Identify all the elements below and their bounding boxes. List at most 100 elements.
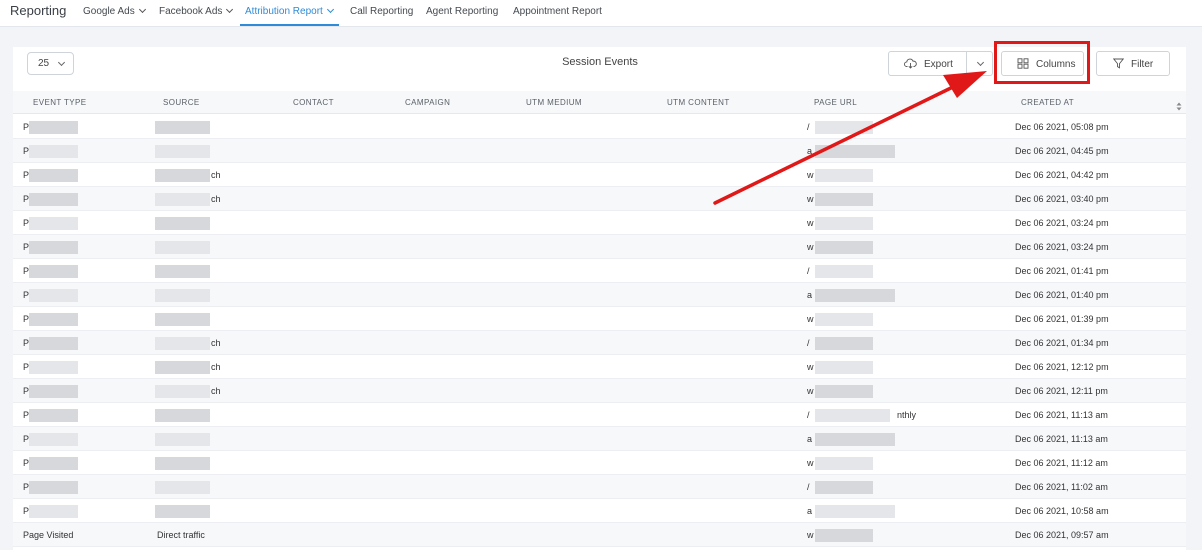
redacted-block (29, 409, 78, 422)
redacted-block (155, 169, 210, 182)
table-row[interactable]: Pch w Dec 06 2021, 04:42 pm (13, 163, 1186, 187)
nav-attribution-report[interactable]: Attribution Report (245, 5, 334, 17)
cell-page-url: / (807, 410, 810, 420)
cell-page-url: a (807, 506, 813, 516)
cell-created-at: Dec 06 2021, 01:40 pm (1015, 290, 1109, 300)
export-button[interactable]: Export (888, 51, 967, 76)
redacted-block (155, 313, 210, 326)
page-size-value: 25 (38, 58, 50, 69)
redacted-block (155, 193, 210, 206)
table-row[interactable]: Pw Dec 06 2021, 01:39 pm (13, 307, 1186, 331)
redacted-block (155, 145, 210, 158)
cell-page-url: / (807, 122, 810, 132)
nav-appointment-report[interactable]: Appointment Report (513, 6, 602, 17)
table-row[interactable]: Pch w Dec 06 2021, 12:12 pm (13, 355, 1186, 379)
table-row[interactable]: Pch w Dec 06 2021, 03:40 pm (13, 187, 1186, 211)
table-row[interactable]: Pw Dec 06 2021, 03:24 pm (13, 235, 1186, 259)
export-label: Export (924, 59, 953, 70)
cell-source: Direct traffic (157, 530, 205, 540)
table-row[interactable]: P / Dec 06 2021, 05:08 pm (13, 115, 1186, 139)
filter-button[interactable]: Filter (1096, 51, 1170, 76)
cell-page-url: w (807, 218, 814, 228)
header-source[interactable]: SOURCE (163, 98, 200, 107)
redacted-block (815, 529, 873, 542)
redacted-block (815, 313, 873, 326)
cell-created-at: Dec 06 2021, 12:11 pm (1015, 386, 1108, 396)
cell-created-at: Dec 06 2021, 04:45 pm (1015, 146, 1109, 156)
redacted-block (815, 409, 890, 422)
redacted-block (815, 121, 873, 134)
redacted-block (29, 169, 78, 182)
table-row[interactable]: Pa Dec 06 2021, 10:58 am (13, 499, 1186, 523)
cell-created-at: Dec 06 2021, 11:02 am (1015, 482, 1108, 492)
page-size-select[interactable]: 25 (27, 52, 74, 75)
table-row[interactable]: Pa Dec 06 2021, 11:13 am (13, 427, 1186, 451)
redacted-block (29, 145, 78, 158)
redacted-block (29, 289, 78, 302)
chevron-down-icon (226, 5, 234, 14)
header-contact[interactable]: CONTACT (293, 98, 334, 107)
redacted-block (155, 337, 210, 350)
cell-page-url: w (807, 242, 814, 252)
redacted-block (29, 337, 78, 350)
redacted-block (815, 217, 873, 230)
redacted-block (29, 433, 78, 446)
redacted-block (155, 121, 210, 134)
cell-created-at: Dec 06 2021, 01:39 pm (1015, 314, 1109, 324)
chevron-down-icon (138, 5, 146, 14)
redacted-block (29, 457, 78, 470)
chevron-down-icon (57, 58, 66, 67)
table-row[interactable]: P / Dec 06 2021, 01:41 pm (13, 259, 1186, 283)
sort-arrows-icon[interactable] (1176, 98, 1182, 116)
cell-created-at: Dec 06 2021, 11:13 am (1015, 434, 1108, 444)
top-nav: Reporting Google Ads Facebook Ads Attrib… (0, 0, 1202, 27)
cloud-download-icon (904, 58, 917, 72)
table-row[interactable]: Pa Dec 06 2021, 04:45 pm (13, 139, 1186, 163)
cell-page-url: w (807, 458, 814, 468)
cell-page-url: a (807, 434, 813, 444)
redacted-block (815, 265, 873, 278)
redacted-block (815, 241, 873, 254)
table-row[interactable]: Pw Dec 06 2021, 11:12 am (13, 451, 1186, 475)
nav-call-reporting[interactable]: Call Reporting (350, 6, 413, 17)
cell-created-at: Dec 06 2021, 04:42 pm (1015, 170, 1109, 180)
table-title: Session Events (562, 56, 638, 68)
cell-page-url: w (807, 362, 814, 372)
filter-label: Filter (1131, 59, 1154, 70)
chevron-down-icon (976, 58, 985, 67)
header-event-type[interactable]: EVENT TYPE (33, 98, 87, 107)
nav-google-ads[interactable]: Google Ads (83, 5, 146, 17)
cell-page-url-tail: nthly (897, 410, 917, 420)
cell-created-at: Dec 06 2021, 01:34 pm (1015, 338, 1109, 348)
header-campaign[interactable]: CAMPAIGN (405, 98, 450, 107)
redacted-block (155, 409, 210, 422)
header-utm-medium[interactable]: UTM MEDIUM (526, 98, 582, 107)
table-row[interactable]: P / Dec 06 2021, 11:02 am (13, 475, 1186, 499)
redacted-block (815, 385, 873, 398)
table-row[interactable]: Pa Dec 06 2021, 01:40 pm (13, 283, 1186, 307)
redacted-block (815, 457, 873, 470)
redacted-block (815, 433, 895, 446)
active-tab-indicator (240, 24, 339, 26)
export-dropdown-toggle[interactable] (966, 51, 993, 76)
header-created-at[interactable]: CREATED AT (1021, 98, 1074, 107)
cell-created-at: Dec 06 2021, 03:24 pm (1015, 242, 1109, 252)
header-utm-content[interactable]: UTM CONTENT (667, 98, 730, 107)
header-page-url[interactable]: PAGE URL (814, 98, 857, 107)
nav-facebook-ads[interactable]: Facebook Ads (159, 5, 234, 17)
cell-page-url: a (807, 290, 813, 300)
cell-source: ch (211, 170, 221, 180)
redacted-block (815, 337, 873, 350)
redacted-block (29, 241, 78, 254)
nav-agent-reporting[interactable]: Agent Reporting (426, 6, 498, 17)
redacted-block (155, 361, 210, 374)
table-row[interactable]: Pw Dec 06 2021, 03:24 pm (13, 211, 1186, 235)
table-row[interactable]: Pch / Dec 06 2021, 01:34 pm (13, 331, 1186, 355)
redacted-block (29, 361, 78, 374)
cell-created-at: Dec 06 2021, 03:24 pm (1015, 218, 1109, 228)
table-row[interactable]: Pch w Dec 06 2021, 12:11 pm (13, 379, 1186, 403)
table-row[interactable]: Page Visited Direct traffic w Dec 06 2021, … (13, 523, 1186, 547)
cell-page-url: w (807, 194, 814, 204)
cell-source: ch (211, 362, 221, 372)
table-row[interactable]: P / nthly Dec 06 2021, 11:13 am (13, 403, 1186, 427)
